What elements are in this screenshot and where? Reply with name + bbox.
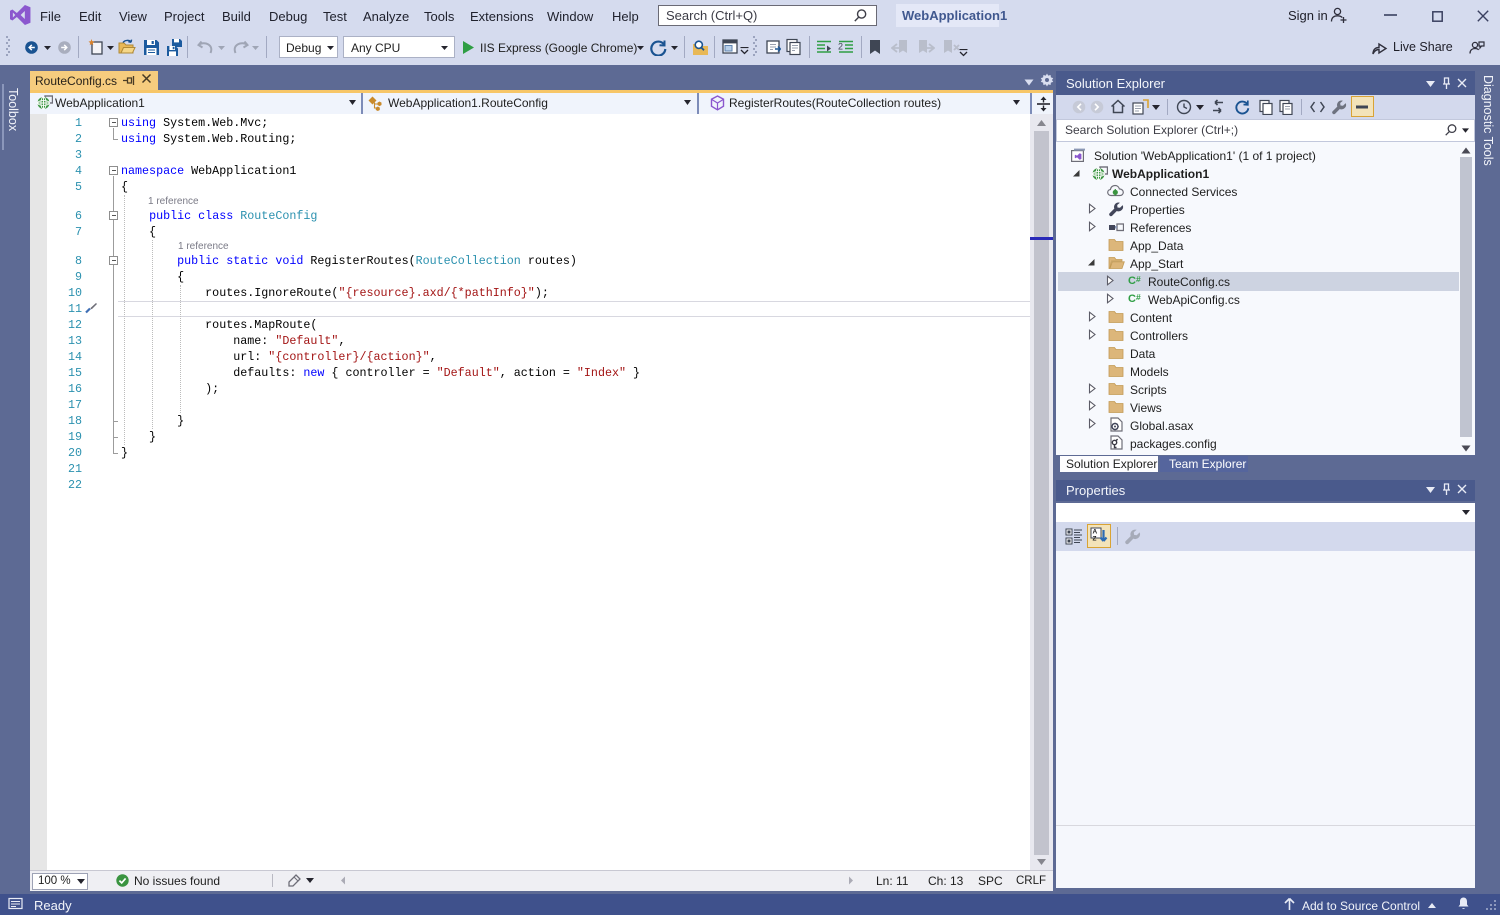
svg-text:Z: Z [1093,536,1097,543]
svg-text:A: A [1093,529,1098,536]
svg-text:2: 2 [838,42,843,52]
